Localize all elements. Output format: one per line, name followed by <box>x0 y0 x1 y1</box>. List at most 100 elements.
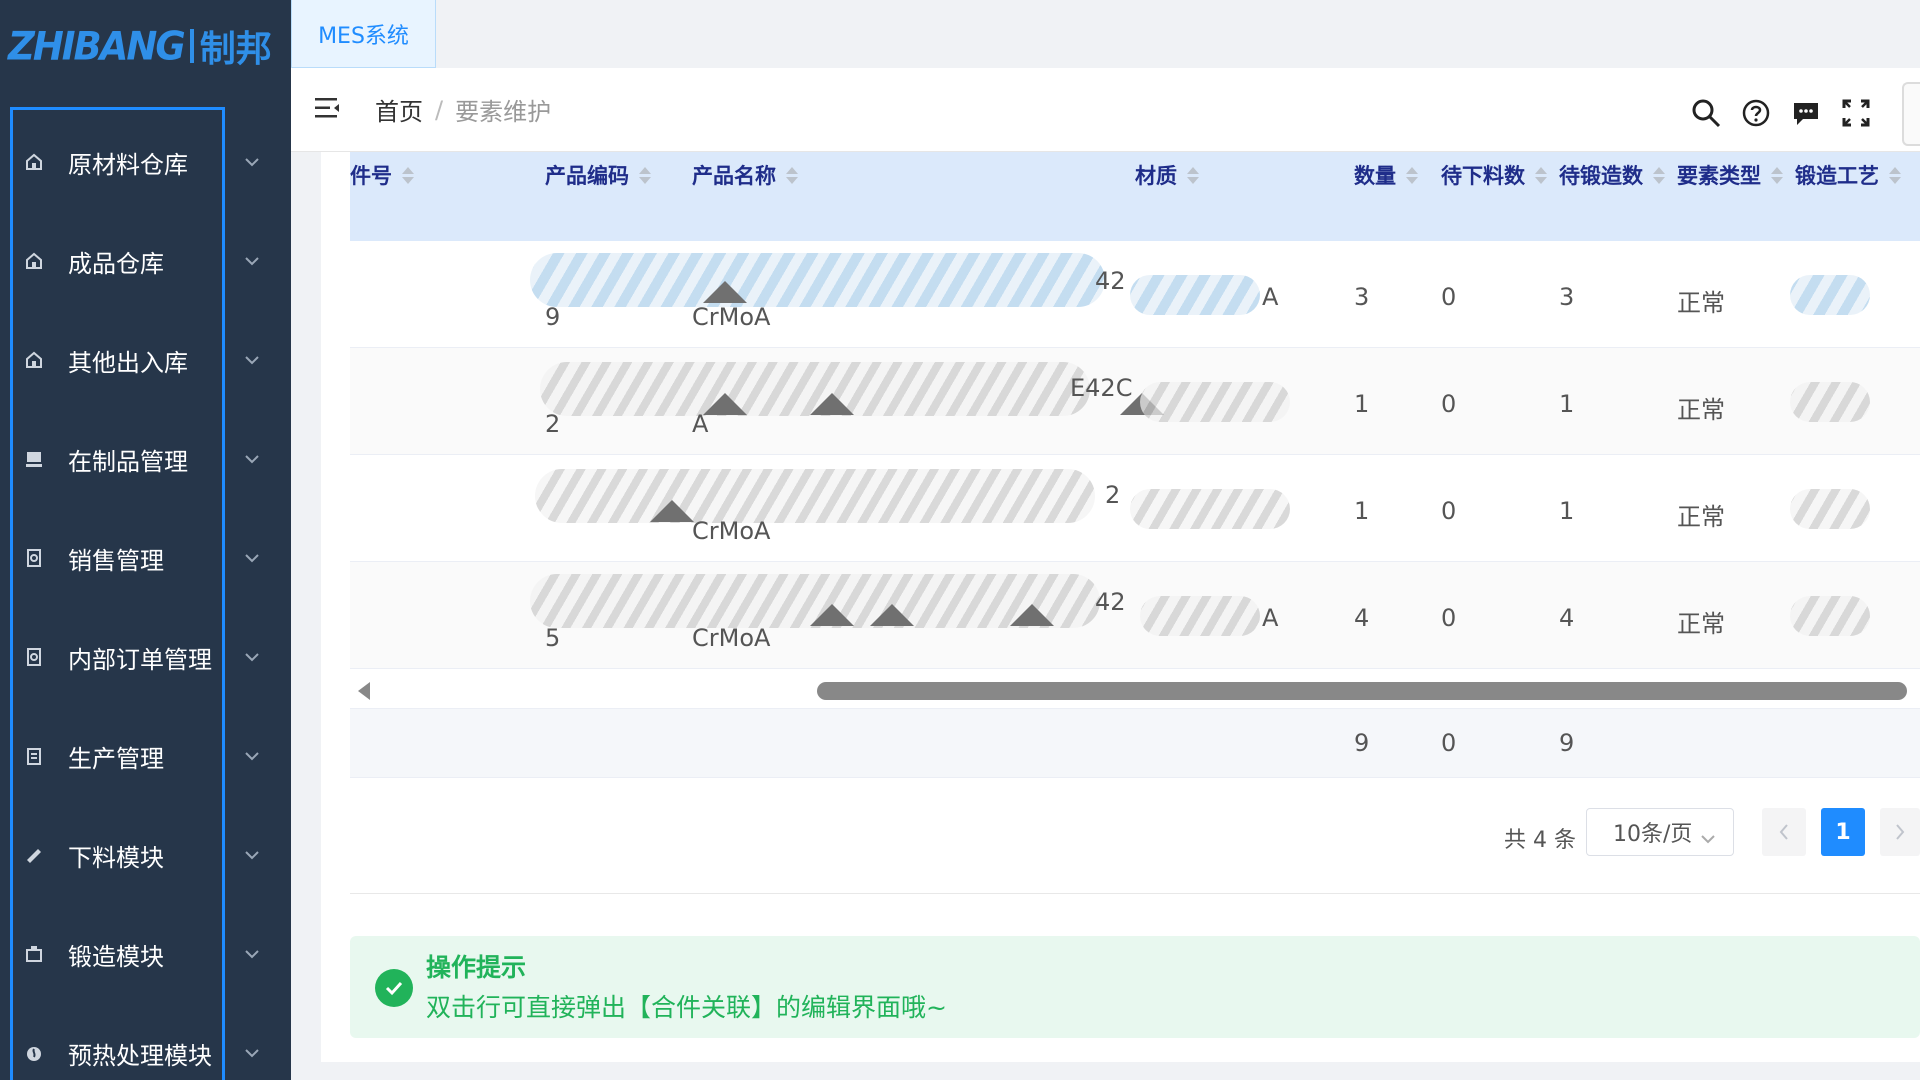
sidebar-item-internal-orders[interactable]: 内部订单管理 <box>22 627 272 687</box>
search-icon[interactable] <box>1689 96 1723 130</box>
sort-icon[interactable] <box>1653 166 1665 184</box>
quantity-cell: 1 <box>1354 497 1370 525</box>
product-name-cell: CrMoA <box>692 624 771 652</box>
quantity-cell: 3 <box>1354 283 1370 311</box>
divider <box>350 893 1920 894</box>
element-type-cell: 正常 <box>1677 289 1725 317</box>
element-type-cell: 正常 <box>1677 503 1725 531</box>
content-card: 件号 产品编码 产品名称 材质 数量 待下料数 待锻造数 要素类型 锻造工艺 9… <box>321 152 1920 1062</box>
user-avatar[interactable] <box>1902 82 1920 146</box>
sidebar-item-label: 下料模块 <box>68 843 164 872</box>
pagination: 共 4 条 10条/页 1 <box>321 802 1920 872</box>
warehouse-icon <box>22 150 46 174</box>
scrollbar-thumb[interactable] <box>817 682 1907 700</box>
column-header-part-no[interactable]: 件号 <box>350 158 414 192</box>
column-header-product-code[interactable]: 产品编码 <box>545 158 651 192</box>
quantity-cell: 1 <box>1354 390 1370 418</box>
sort-icon[interactable] <box>1187 166 1199 184</box>
scroll-left-arrow-icon[interactable] <box>358 682 370 700</box>
message-icon[interactable] <box>1789 96 1823 130</box>
sidebar-item-wip-management[interactable]: 在制品管理 <box>22 429 272 489</box>
sidebar-item-preheat-module[interactable]: 预热处理模块 <box>22 1023 272 1080</box>
element-type-cell: 正常 <box>1677 610 1725 638</box>
check-circle-icon <box>375 969 413 1007</box>
redaction-mark <box>810 393 854 415</box>
breadcrumb-current: 要素维护 <box>455 98 552 126</box>
column-header-element-type[interactable]: 要素类型 <box>1677 158 1783 192</box>
breadcrumb-home[interactable]: 首页 <box>375 92 423 127</box>
pending-cut-cell: 0 <box>1441 283 1457 311</box>
total-pending-cut: 0 <box>1441 729 1457 757</box>
table-row[interactable]: 9 CrMoA 42 A 3 0 3 正常 <box>350 241 1920 348</box>
sort-icon[interactable] <box>402 166 414 184</box>
sort-icon[interactable] <box>786 166 798 184</box>
table-row[interactable]: CrMoA 2 1 0 1 正常 <box>350 455 1920 562</box>
pending-forge-cell: 4 <box>1559 604 1575 632</box>
sidebar-item-label: 原材料仓库 <box>68 150 188 179</box>
operation-tip: 操作提示 双击行可直接弹出【合件关联】的编辑界面哦~ <box>350 936 1920 1038</box>
product-name-fragment: 42 <box>1095 267 1126 295</box>
table-row[interactable]: 2 A E42C 1 0 1 正常 <box>350 348 1920 455</box>
total-count: 共 4 条 <box>1504 828 1576 853</box>
sidebar-item-raw-material-warehouse[interactable]: 原材料仓库 <box>22 132 272 192</box>
sidebar-item-sales-management[interactable]: 销售管理 <box>22 528 272 588</box>
column-label: 件号 <box>350 164 392 188</box>
chevron-right-icon <box>1896 824 1905 840</box>
column-label: 锻造工艺 <box>1795 164 1879 188</box>
sort-icon[interactable] <box>1535 166 1547 184</box>
chevron-down-icon <box>242 449 262 469</box>
horizontal-scrollbar[interactable] <box>350 671 1920 709</box>
material-cell: A <box>1262 604 1279 632</box>
page-number-button[interactable]: 1 <box>1821 808 1865 856</box>
sidebar-item-other-inout[interactable]: 其他出入库 <box>22 330 272 390</box>
redaction-mark <box>1010 604 1054 626</box>
redacted-material <box>1130 275 1260 315</box>
column-label: 产品编码 <box>545 164 629 188</box>
sort-icon[interactable] <box>1889 166 1901 184</box>
redacted-material <box>1140 596 1260 636</box>
column-header-pending-forge[interactable]: 待锻造数 <box>1559 158 1665 192</box>
table-header: 件号 产品编码 产品名称 材质 数量 待下料数 待锻造数 要素类型 锻造工艺 <box>350 152 1920 241</box>
menu-toggle-icon[interactable] <box>315 96 341 124</box>
logo-chinese: 制邦 <box>199 29 272 70</box>
sidebar: ZHIBANG 制邦 原材料仓库 成品仓库 其他出入库 在制品管理 销售管理 内… <box>0 0 291 1080</box>
material-cell: A <box>1262 283 1279 311</box>
tab-bar: MES系统 <box>291 0 1920 68</box>
column-label: 待下料数 <box>1441 164 1525 188</box>
tip-text: 双击行可直接弹出【合件关联】的编辑界面哦~ <box>426 993 947 1022</box>
sidebar-item-label: 生产管理 <box>68 744 164 773</box>
column-header-material[interactable]: 材质 <box>1135 158 1199 192</box>
fullscreen-icon[interactable] <box>1839 96 1873 130</box>
column-header-quantity[interactable]: 数量 <box>1354 158 1418 192</box>
prev-page-button[interactable] <box>1762 808 1806 856</box>
column-header-product-name[interactable]: 产品名称 <box>692 158 798 192</box>
column-label: 数量 <box>1354 164 1396 188</box>
pending-forge-cell: 1 <box>1559 390 1575 418</box>
next-page-button[interactable] <box>1880 808 1920 856</box>
sort-icon[interactable] <box>1406 166 1418 184</box>
product-code-cell: 5 <box>545 624 561 652</box>
sort-icon[interactable] <box>1771 166 1783 184</box>
column-header-pending-cut[interactable]: 待下料数 <box>1441 158 1547 192</box>
quantity-cell: 4 <box>1354 604 1370 632</box>
brand-logo[interactable]: ZHIBANG 制邦 <box>8 22 272 70</box>
column-header-forging-process[interactable]: 锻造工艺 <box>1795 158 1901 192</box>
tab-mes-system[interactable]: MES系统 <box>291 0 436 68</box>
help-icon[interactable] <box>1739 96 1773 130</box>
page-size-value: 10条/页 <box>1613 822 1693 847</box>
page-size-select[interactable]: 10条/页 <box>1586 808 1734 856</box>
sidebar-item-cutting-module[interactable]: 下料模块 <box>22 825 272 885</box>
sidebar-item-finished-goods-warehouse[interactable]: 成品仓库 <box>22 231 272 291</box>
clipboard-icon <box>22 744 46 768</box>
logo-divider <box>189 29 194 63</box>
sidebar-item-forging-module[interactable]: 锻造模块 <box>22 924 272 984</box>
sort-icon[interactable] <box>639 166 651 184</box>
data-table: 件号 产品编码 产品名称 材质 数量 待下料数 待锻造数 要素类型 锻造工艺 9… <box>350 152 1920 778</box>
monitor-icon <box>22 447 46 471</box>
chevron-down-icon <box>242 350 262 370</box>
flame-icon <box>22 1041 46 1065</box>
top-header: 首页 / 要素维护 <box>291 68 1920 152</box>
sidebar-item-production-management[interactable]: 生产管理 <box>22 726 272 786</box>
table-row[interactable]: 5 CrMoA 42 A 4 0 4 正常 <box>350 562 1920 669</box>
product-name-cell: CrMoA <box>692 303 771 331</box>
